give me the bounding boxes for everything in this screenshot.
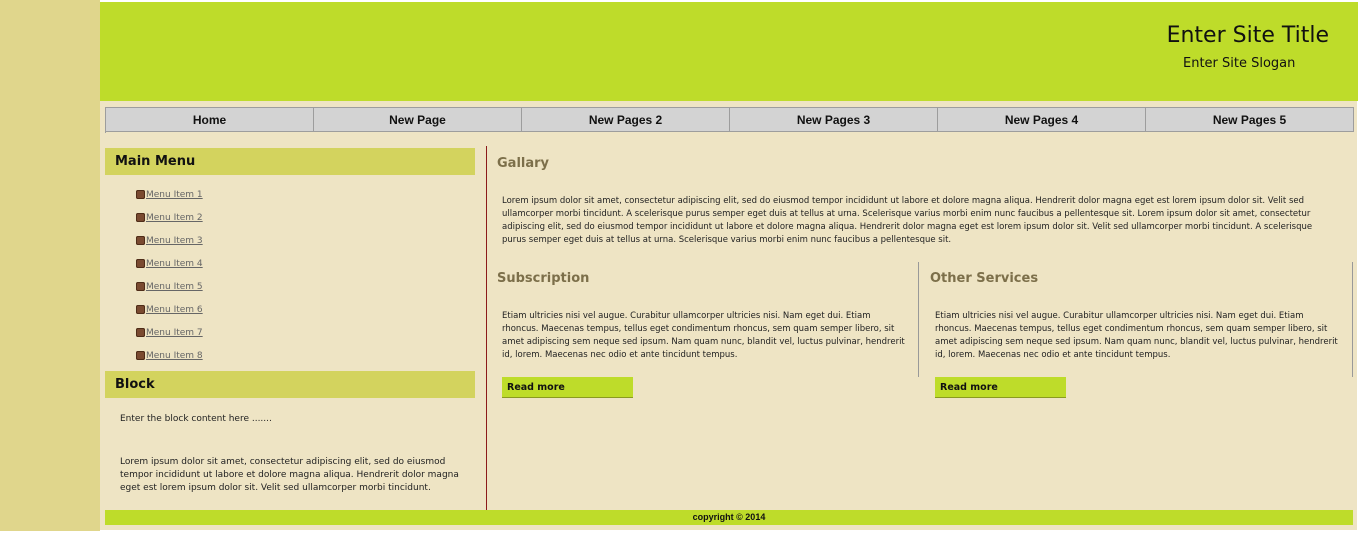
- subscription-read-more-button[interactable]: Read more: [502, 377, 633, 398]
- menu-item-7-link[interactable]: Menu Item 7: [146, 328, 203, 338]
- bullet-icon: [136, 190, 145, 199]
- site-header: Enter Site Title Enter Site Slogan: [100, 2, 1358, 101]
- other-services-title: Other Services: [930, 271, 1039, 286]
- menu-item-2-link[interactable]: Menu Item 2: [146, 213, 203, 223]
- subscription-title: Subscription: [497, 271, 590, 286]
- menu-item-6-link[interactable]: Menu Item 6: [146, 305, 203, 315]
- menu-item-8-link[interactable]: Menu Item 8: [146, 351, 203, 361]
- menu-item-3-link[interactable]: Menu Item 3: [146, 236, 203, 246]
- subscription-text: Etiam ultricies nisi vel augue. Curabitu…: [502, 311, 905, 360]
- bullet-icon: [136, 351, 145, 360]
- menu-list-item: Menu Item 5: [136, 275, 203, 298]
- column-divider-left: [918, 262, 919, 377]
- menu-list-item: Menu Item 2: [136, 206, 203, 229]
- bullet-icon: [136, 282, 145, 291]
- menu-item-1-link[interactable]: Menu Item 1: [146, 190, 203, 200]
- menu-item-5-link[interactable]: Menu Item 5: [146, 282, 203, 292]
- nav-item-new-pages-4[interactable]: New Pages 4: [938, 108, 1146, 132]
- nav-item-new-pages-5[interactable]: New Pages 5: [1146, 108, 1354, 132]
- bullet-icon: [136, 328, 145, 337]
- block-body-text: Lorem ipsum dolor sit amet, consectetur …: [120, 457, 459, 493]
- site-footer: copyright © 2014: [105, 510, 1353, 525]
- top-navigation: Home New Page New Pages 2 New Pages 3 Ne…: [105, 107, 1354, 133]
- menu-list-item: Menu Item 4: [136, 252, 203, 275]
- menu-list-item: Menu Item 7: [136, 321, 203, 344]
- column-divider-right: [1352, 262, 1353, 377]
- block-intro-text: Enter the block content here .......: [120, 414, 272, 424]
- bullet-icon: [136, 305, 145, 314]
- nav-item-new-page[interactable]: New Page: [314, 108, 522, 132]
- bullet-icon: [136, 213, 145, 222]
- bullet-icon: [136, 236, 145, 245]
- block-heading: Block: [105, 371, 475, 398]
- site-title[interactable]: Enter Site Title: [1167, 23, 1329, 48]
- menu-list-item: Menu Item 1: [136, 183, 203, 206]
- menu-list-item: Menu Item 6: [136, 298, 203, 321]
- bullet-icon: [136, 259, 145, 268]
- nav-item-new-pages-2[interactable]: New Pages 2: [522, 108, 730, 132]
- other-services-text: Etiam ultricies nisi vel augue. Curabitu…: [935, 311, 1338, 360]
- menu-item-4-link[interactable]: Menu Item 4: [146, 259, 203, 269]
- left-decorative-strip: [0, 0, 100, 531]
- main-menu-list: Menu Item 1 Menu Item 2 Menu Item 3 Menu…: [136, 183, 203, 367]
- gallery-text: Lorem ipsum dolor sit amet, consectetur …: [502, 196, 1313, 245]
- nav-item-home[interactable]: Home: [106, 108, 314, 132]
- other-services-read-more-button[interactable]: Read more: [935, 377, 1066, 398]
- gallery-title: Gallary: [497, 156, 550, 171]
- site-slogan: Enter Site Slogan: [1183, 56, 1296, 71]
- menu-list-item: Menu Item 3: [136, 229, 203, 252]
- main-menu-heading: Main Menu: [105, 148, 475, 175]
- sidebar-divider: [486, 146, 487, 510]
- nav-item-new-pages-3[interactable]: New Pages 3: [730, 108, 938, 132]
- menu-list-item: Menu Item 8: [136, 344, 203, 367]
- page-container: Enter Site Title Enter Site Slogan Home …: [100, 0, 1361, 533]
